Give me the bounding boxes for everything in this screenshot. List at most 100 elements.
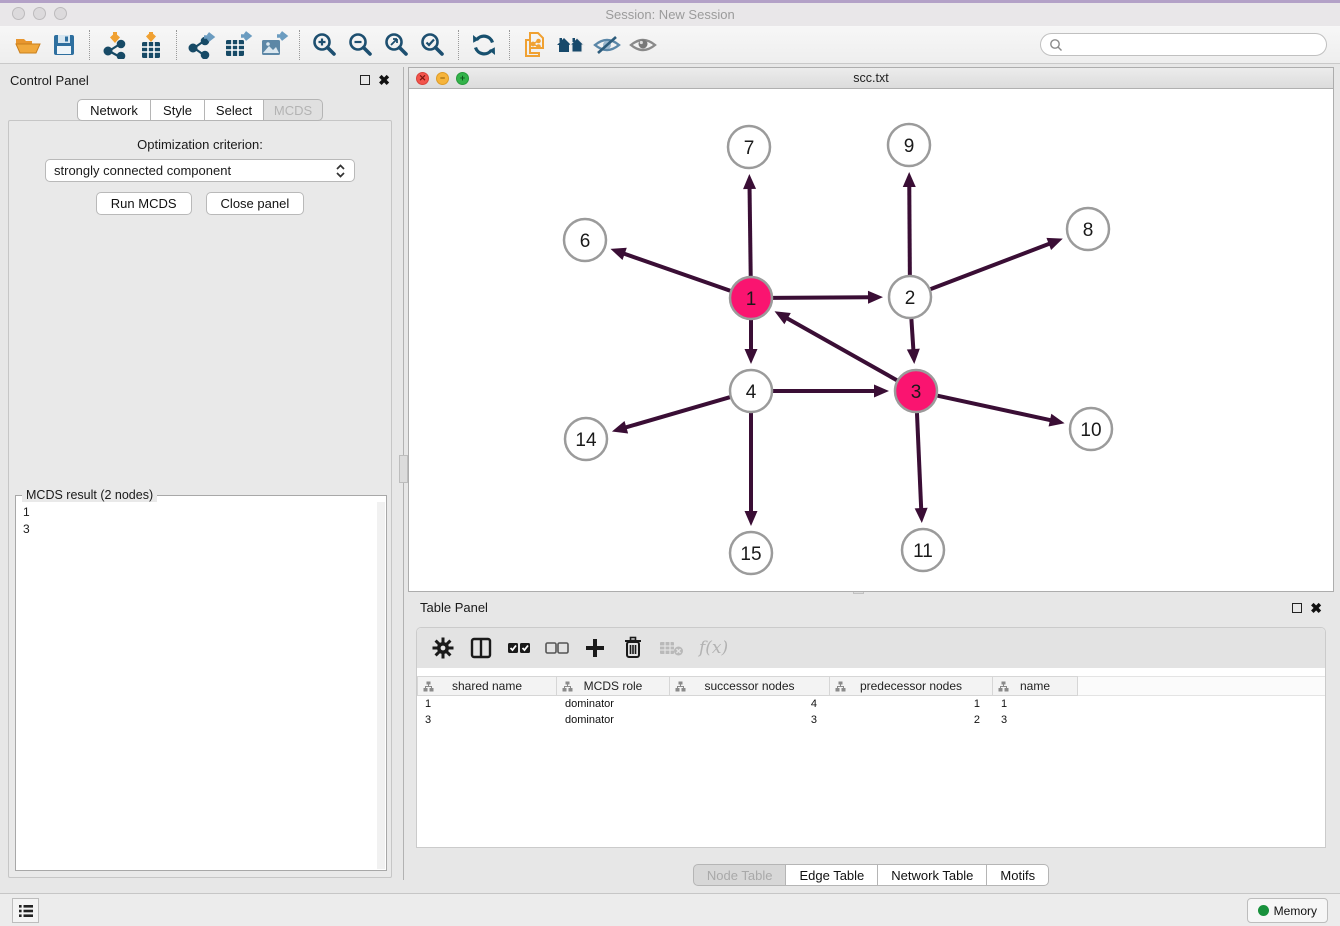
run-mcds-button[interactable]: Run MCDS: [96, 192, 192, 215]
gear-button[interactable]: [431, 635, 455, 661]
edge-2-3[interactable]: [911, 319, 913, 352]
maximize-window-icon[interactable]: [54, 7, 67, 20]
table-cell[interactable]: 3: [670, 712, 830, 728]
select-all-button[interactable]: [507, 635, 531, 661]
edge-arrowhead: [1049, 414, 1065, 427]
task-history-button[interactable]: [12, 898, 39, 923]
edge-arrowhead: [1046, 238, 1062, 250]
float-table-panel-icon[interactable]: [1292, 603, 1302, 613]
app-window: Session: New Session: [0, 0, 1340, 926]
export-image-button[interactable]: [256, 28, 292, 62]
table-cell[interactable]: 1: [417, 696, 557, 712]
table-row[interactable]: 3dominator323: [417, 712, 1325, 728]
column-header-successor-nodes[interactable]: successor nodes: [670, 676, 830, 696]
window-controls[interactable]: [12, 7, 67, 20]
table-cell[interactable]: 3: [417, 712, 557, 728]
zoom-out-button[interactable]: [343, 28, 379, 62]
tab-select[interactable]: Select: [205, 99, 264, 121]
minimize-window-icon[interactable]: [33, 7, 46, 20]
show-all-button[interactable]: [625, 28, 661, 62]
network-window-controls[interactable]: ✕ − +: [416, 72, 469, 85]
minimize-network-icon[interactable]: −: [436, 72, 449, 85]
table-cell[interactable]: 2: [830, 712, 993, 728]
delete-button[interactable]: [621, 635, 645, 661]
copy-network-icon: [522, 31, 548, 59]
tab-mcds[interactable]: MCDS: [264, 99, 323, 121]
close-network-icon[interactable]: ✕: [416, 72, 429, 85]
zoom-selected-button[interactable]: [415, 28, 451, 62]
edge-1-6[interactable]: [622, 253, 730, 291]
tab-network[interactable]: Network: [77, 99, 151, 121]
control-panel-title: Control Panel: [10, 73, 89, 88]
edge-arrowhead: [907, 349, 920, 364]
tab-style[interactable]: Style: [151, 99, 205, 121]
add-column-button[interactable]: [583, 635, 607, 661]
refresh-button[interactable]: [466, 28, 502, 62]
open-file-button[interactable]: [10, 28, 46, 62]
zoom-fit-button[interactable]: [379, 28, 415, 62]
table-row[interactable]: 1dominator411: [417, 696, 1325, 712]
zoom-network-icon[interactable]: +: [456, 72, 469, 85]
import-table-icon: [137, 31, 165, 59]
hide-selected-icon: [592, 32, 622, 58]
node-label-9: 9: [904, 136, 915, 157]
edge-3-11[interactable]: [917, 413, 921, 511]
edge-2-8[interactable]: [931, 243, 1052, 289]
table-cell[interactable]: 1: [830, 696, 993, 712]
network-window-titlebar[interactable]: ✕ − + scc.txt: [409, 68, 1333, 89]
tab-network-table[interactable]: Network Table: [878, 864, 987, 886]
node-label-8: 8: [1083, 220, 1094, 241]
deselect-all-button[interactable]: [545, 635, 569, 661]
column-header-name[interactable]: name: [993, 676, 1078, 696]
column-header-mcds-role[interactable]: MCDS role: [557, 676, 670, 696]
column-visibility-button[interactable]: [469, 635, 493, 661]
column-header-shared-name[interactable]: shared name: [417, 676, 557, 696]
table-cell[interactable]: 1: [993, 696, 1078, 712]
close-window-icon[interactable]: [12, 7, 25, 20]
delete-column-button[interactable]: [659, 635, 685, 661]
export-network-button[interactable]: [184, 28, 220, 62]
function-builder-button[interactable]: f(x): [699, 635, 728, 661]
edge-arrowhead: [745, 511, 758, 526]
network-graph[interactable]: 7968124314101511: [409, 89, 1333, 591]
zoom-in-button[interactable]: [307, 28, 343, 62]
import-table-button[interactable]: [133, 28, 169, 62]
table-cell[interactable]: dominator: [557, 712, 670, 728]
edge-4-14[interactable]: [623, 397, 729, 428]
export-table-button[interactable]: [220, 28, 256, 62]
vertical-splitter-handle[interactable]: [399, 455, 408, 483]
edge-1-7[interactable]: [750, 186, 751, 276]
table-cell[interactable]: 3: [993, 712, 1078, 728]
tab-motifs[interactable]: Motifs: [987, 864, 1049, 886]
mcds-result-text[interactable]: 13: [17, 502, 377, 869]
edge-3-1[interactable]: [785, 317, 897, 380]
close-panel-icon[interactable]: ✖: [378, 73, 390, 87]
first-neighbors-button[interactable]: [553, 28, 589, 62]
result-scrollbar[interactable]: [377, 502, 385, 869]
tab-edge-table[interactable]: Edge Table: [786, 864, 878, 886]
column-header-predecessor-nodes[interactable]: predecessor nodes: [830, 676, 993, 696]
edge-3-10[interactable]: [937, 396, 1052, 421]
main-toolbar: [0, 26, 1340, 64]
copy-network-button[interactable]: [517, 28, 553, 62]
sort-tree-icon: [835, 681, 846, 692]
table-toolbar: f(x): [417, 628, 1325, 668]
search-input[interactable]: [1067, 38, 1326, 52]
table-cell[interactable]: dominator: [557, 696, 670, 712]
import-network-button[interactable]: [97, 28, 133, 62]
memory-button[interactable]: Memory: [1247, 898, 1328, 923]
table-cell[interactable]: 4: [670, 696, 830, 712]
table-tabs: Node TableEdge TableNetwork TableMotifs: [408, 864, 1334, 886]
tab-node-table[interactable]: Node Table: [693, 864, 787, 886]
close-table-panel-icon[interactable]: ✖: [1310, 601, 1322, 615]
criterion-select[interactable]: strongly connected component: [45, 159, 355, 182]
close-panel-button[interactable]: Close panel: [206, 192, 305, 215]
refresh-icon: [470, 32, 498, 58]
search-box[interactable]: [1040, 33, 1327, 56]
edge-1-2[interactable]: [773, 297, 871, 298]
float-panel-icon[interactable]: [360, 75, 370, 85]
edge-2-9[interactable]: [909, 184, 910, 275]
hide-selected-button[interactable]: [589, 28, 625, 62]
save-session-button[interactable]: [46, 28, 82, 62]
export-network-icon: [187, 31, 217, 59]
